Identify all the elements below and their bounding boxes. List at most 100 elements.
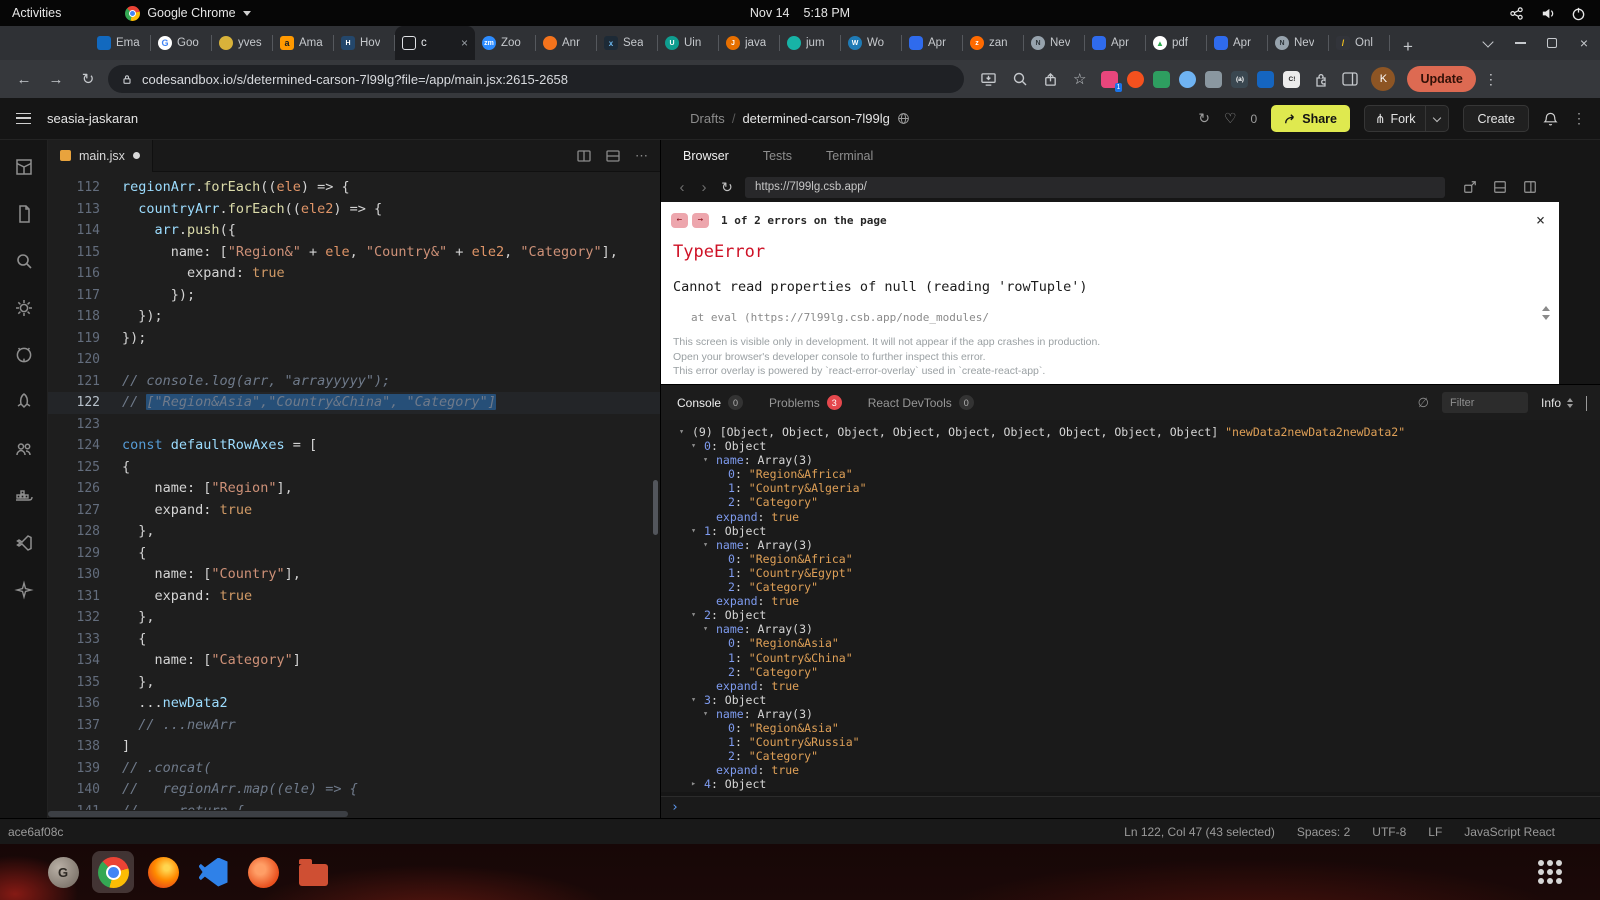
cursor-position[interactable]: Ln 122, Col 47 (43 selected) — [1124, 825, 1275, 839]
browser-tab[interactable]: zm Zoo — [475, 26, 536, 60]
files-icon[interactable] — [292, 851, 334, 893]
disclosure-arrow-icon[interactable]: ▾ — [703, 622, 716, 636]
next-error-button[interactable]: → — [692, 212, 709, 228]
code-line[interactable]: 134 name: ["Category"] — [48, 650, 660, 672]
volume-icon[interactable] — [1540, 6, 1555, 21]
language-mode[interactable]: JavaScript React — [1464, 825, 1555, 839]
file-explorer-icon[interactable] — [5, 195, 43, 233]
code-line[interactable]: 118 }); — [48, 306, 660, 328]
disclosure-arrow-icon[interactable]: ▾ — [703, 538, 716, 552]
browser-tab[interactable]: U Uin — [658, 26, 719, 60]
collapse-panel-icon[interactable] — [1586, 395, 1587, 411]
scroll-down-icon[interactable] — [1542, 315, 1550, 320]
browser-tab[interactable]: H Hov — [334, 26, 395, 60]
deploy-rocket-icon[interactable] — [5, 383, 43, 421]
console-line[interactable]: ▾ 2: Object — [679, 608, 1600, 622]
preview-back-icon[interactable]: ‹ — [671, 179, 693, 196]
disclosure-arrow-icon[interactable]: ▾ — [691, 439, 704, 453]
code-line[interactable]: 129 { — [48, 543, 660, 565]
disclosure-arrow-icon[interactable]: ▾ — [691, 693, 704, 707]
browser-tab[interactable]: a Ama — [273, 26, 334, 60]
profile-avatar[interactable]: K — [1371, 67, 1396, 91]
console-line[interactable]: ▸ 4: Object — [679, 777, 1600, 791]
visibility-globe-icon[interactable] — [897, 112, 910, 125]
code-line[interactable]: 138 ] — [48, 736, 660, 758]
layout-icon[interactable] — [606, 149, 620, 162]
close-window-button[interactable]: × — [1568, 26, 1600, 60]
gimp-icon[interactable]: G — [42, 851, 84, 893]
console-prompt[interactable]: › — [661, 796, 1600, 818]
log-level-select[interactable]: Info — [1541, 396, 1573, 410]
code-area[interactable]: 112 regionArr.forEach((ele) => { 113 cou… — [48, 172, 660, 810]
address-bar[interactable]: codesandbox.io/s/determined-carson-7l99l… — [108, 65, 964, 93]
preview-tab[interactable]: Browser — [683, 149, 729, 163]
preview-tab[interactable]: Terminal — [826, 149, 873, 163]
forward-button[interactable]: → — [40, 71, 72, 88]
console-line[interactable]: 1: "Country&Egypt" — [679, 566, 1600, 580]
console-line[interactable]: ▾ 0: Object — [679, 439, 1600, 453]
console-output[interactable]: ▾ (9) [Object, Object, Object, Object, O… — [661, 420, 1600, 792]
disclosure-arrow-icon[interactable]: ▾ — [703, 453, 716, 467]
code-line[interactable]: 130 name: ["Country"], — [48, 564, 660, 586]
code-line[interactable]: 139 // .concat( — [48, 758, 660, 780]
maximize-button[interactable] — [1536, 26, 1568, 60]
console-tab[interactable]: Console 0 — [677, 395, 744, 410]
extension-icon[interactable]: C! — [1283, 70, 1301, 88]
extension-icon[interactable]: (a) — [1231, 70, 1249, 88]
editor-tab-mainjsx[interactable]: main.jsx — [48, 139, 153, 172]
disclosure-arrow-icon[interactable]: ▾ — [691, 524, 704, 538]
code-line[interactable]: 131 expand: true — [48, 586, 660, 608]
browser-tab[interactable]: / Onl — [1329, 26, 1390, 60]
code-line[interactable]: 112 regionArr.forEach((ele) => { — [48, 177, 660, 199]
split-right-icon[interactable] — [1523, 180, 1537, 194]
fork-dropdown[interactable] — [1425, 106, 1448, 131]
system-tray[interactable] — [1509, 6, 1586, 21]
menu-hamburger-icon[interactable] — [16, 113, 31, 124]
code-line[interactable]: 135 }, — [48, 672, 660, 694]
codesandbox-logo-icon[interactable] — [5, 148, 43, 186]
lock-icon[interactable] — [121, 73, 133, 86]
console-line[interactable]: expand: true — [679, 679, 1600, 693]
code-line[interactable]: 114 arr.push({ — [48, 220, 660, 242]
eol-type[interactable]: LF — [1428, 825, 1442, 839]
code-line[interactable]: 126 name: ["Region"], — [48, 478, 660, 500]
collaborators-icon[interactable] — [5, 430, 43, 468]
extension-icon[interactable]: 1 — [1101, 70, 1123, 92]
fork-button[interactable]: ⋔ Fork — [1363, 105, 1450, 132]
code-line[interactable]: 132 }, — [48, 607, 660, 629]
workspace-name[interactable]: seasia-jaskaran — [47, 111, 138, 126]
disclosure-arrow-icon[interactable]: ▸ — [691, 777, 704, 791]
tab-close-icon[interactable]: × — [461, 36, 468, 50]
github-icon[interactable] — [5, 336, 43, 374]
browser-tab[interactable]: Apr — [1207, 26, 1268, 60]
prev-error-button[interactable]: ← — [671, 212, 688, 228]
url-text[interactable]: codesandbox.io/s/determined-carson-7l99l… — [142, 72, 568, 87]
code-line[interactable]: 140 // regionArr.map((ele) => { — [48, 779, 660, 801]
browser-tab[interactable]: x Sea — [597, 26, 658, 60]
code-line[interactable]: 124 const defaultRowAxes = [ — [48, 435, 660, 457]
docker-icon[interactable] — [5, 477, 43, 515]
clear-console-icon[interactable]: ∅ — [1418, 395, 1429, 411]
browser-tab[interactable]: W Wo — [841, 26, 902, 60]
browser-tab[interactable]: ▲ pdf — [1146, 26, 1207, 60]
browser-tab[interactable]: Anr — [536, 26, 597, 60]
fork-main[interactable]: ⋔ Fork — [1365, 111, 1425, 127]
extensions-puzzle-icon[interactable] — [1313, 71, 1329, 87]
console-tab[interactable]: React DevTools 0 — [868, 395, 974, 410]
editor-vertical-scrollbar[interactable] — [653, 480, 658, 535]
code-line[interactable]: 128 }, — [48, 521, 660, 543]
console-line[interactable]: expand: true — [679, 594, 1600, 608]
indentation[interactable]: Spaces: 2 — [1297, 825, 1350, 839]
console-line[interactable]: 2: "Category" — [679, 749, 1600, 763]
console-line[interactable]: ▾ 1: Object — [679, 524, 1600, 538]
console-line[interactable]: 2: "Category" — [679, 580, 1600, 594]
update-button[interactable]: Update — [1407, 66, 1476, 92]
code-line[interactable]: 141 // return { — [48, 801, 660, 811]
split-view-icon[interactable] — [577, 149, 591, 162]
encoding[interactable]: UTF-8 — [1372, 825, 1406, 839]
install-icon[interactable] — [980, 72, 997, 87]
console-filter-input[interactable] — [1441, 392, 1528, 413]
firefox-icon[interactable] — [142, 851, 184, 893]
overlay-close-icon[interactable]: × — [1536, 211, 1545, 229]
preview-forward-icon[interactable]: › — [693, 179, 715, 196]
